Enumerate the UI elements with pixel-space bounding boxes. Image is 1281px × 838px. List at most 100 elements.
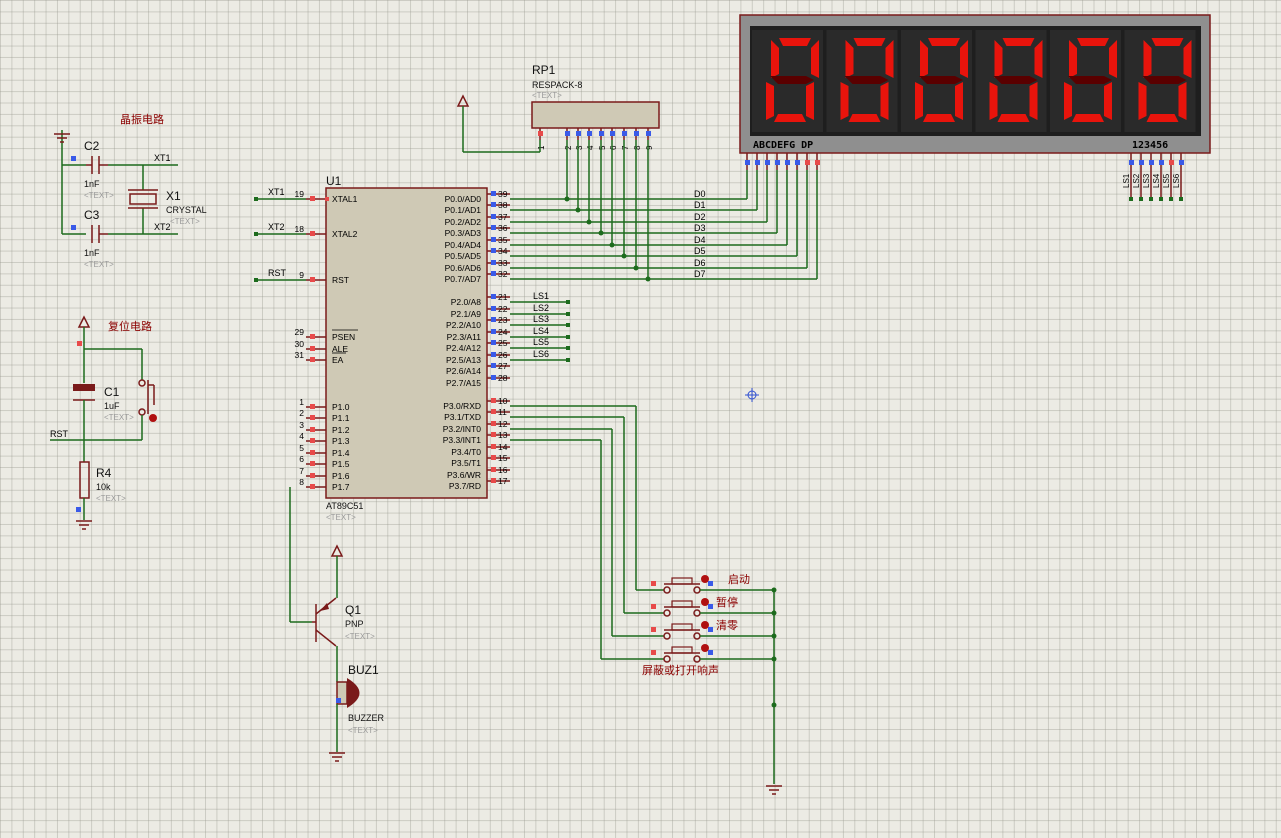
pin-number: 37 [498,212,508,222]
pin-label: P2.7/A15 [446,378,481,388]
pin-number: 4 [299,431,304,441]
rp1-text: <TEXT> [532,91,562,100]
net-label: D5 [694,246,706,256]
net-label: LS1 [1122,173,1131,188]
pin-label: P1.1 [332,413,350,423]
buzzer-buz1[interactable]: BUZ1 BUZZER <TEXT> [336,663,385,735]
pin-label: P3.3/INT1 [443,435,482,445]
pin-number: 14 [498,442,508,452]
segment-c [1104,82,1112,120]
x1-text: <TEXT> [170,217,200,226]
pin-label: P2.5/A13 [446,355,481,365]
pin-label: P2.6/A14 [446,366,481,376]
button-label: 清零 [716,619,738,632]
pin-label: ALE [332,344,348,354]
u1-text: <TEXT> [326,513,356,522]
pin-number: 8 [299,477,304,487]
segment-a [1151,38,1184,46]
segment-e [915,82,923,120]
pin-number: 21 [498,292,508,302]
pin-label: P0.3/AD3 [445,228,482,238]
q1-value: PNP [345,619,364,629]
resistor-r4[interactable] [79,461,90,499]
net-label: D4 [694,235,706,245]
power-arrow-icon [330,544,344,557]
data-bus-wires: D0D1 D2D3 D4D5 D6D7 [510,140,818,282]
r4-text: <TEXT> [96,494,126,503]
power-arrow-icon [456,94,470,107]
pin-number: 9 [645,145,654,150]
reset-circuit-title: 复位电路 [108,319,152,333]
r4-value: 10k [96,482,111,492]
c1-text: <TEXT> [104,413,134,422]
common-pins-label: 123456 [1132,140,1168,151]
pin-label: P1.4 [332,448,350,458]
pin-label: P0.5/AD5 [445,251,482,261]
net-label: D1 [694,200,706,210]
c2-ref: C2 [84,139,100,153]
digit-6 [1124,30,1196,132]
x1-value: CRYSTAL [166,205,207,215]
button-label: 屏蔽或打开响声 [642,663,719,677]
pin-label: P1.3 [332,436,350,446]
pin-number: 11 [498,407,507,417]
digit-4 [975,30,1047,132]
pin-label: P1.0 [332,402,350,412]
pin-label: P3.4/T0 [451,447,481,457]
buz1-text: <TEXT> [348,726,378,735]
seven-segment-display[interactable]: ABCDEFG DP 123456 LS1 LS2 LS3 LS4 LS5 LS6 [739,14,1211,201]
net-label: LS6 [1172,173,1181,188]
pin-label: P3.5/T1 [451,458,481,468]
net-label: LS4 [1152,173,1161,188]
segment-d [997,114,1030,122]
digit-3 [901,30,972,132]
pin-label: RST [332,275,349,285]
digit-1 [752,30,823,132]
segment-a [853,38,886,46]
net-label: LS1 [533,291,549,301]
pin-number: 3 [575,145,584,150]
segment-a [779,38,811,46]
pin-number: 10 [498,396,508,406]
net-label: D3 [694,223,706,233]
schematic-canvas[interactable]: 晶振电路 C2 1nF <TEXT> C3 1nF <TEXT> X1 CRYS… [0,0,1281,838]
segment-c [806,82,814,120]
pin-number: 23 [498,315,508,325]
resistor-pack-rp1[interactable]: RP1 RESPACK-8 <TEXT> 1 23456789 [531,63,660,150]
pin-number: 38 [498,200,508,210]
net-label: D0 [694,189,706,199]
net-label: LS3 [533,314,549,324]
pin-number: 1 [299,397,304,407]
segment-d [774,114,806,122]
pin-label: P0.2/AD2 [445,217,482,227]
net-label: LS6 [533,349,549,359]
mcu-u1[interactable]: U1 AT89C51 <TEXT> 19 XTAL1XT118 XTAL2XT29 R… [254,174,510,522]
c3-text: <TEXT> [84,260,114,269]
c2-text: <TEXT> [84,191,114,200]
pin-label: PSEN [332,332,355,342]
pin-label: P0.6/AD6 [445,263,482,273]
pin-number: 27 [498,361,508,371]
pin-label: XTAL1 [332,194,358,204]
capacitor-c1[interactable] [73,384,95,401]
pin-number: 16 [498,465,508,475]
pin-label: XTAL2 [332,229,358,239]
segment-e [1138,82,1147,120]
pin-label: P3.6/WR [447,470,481,480]
c1-value: 1uF [104,401,120,411]
c2-value: 1nF [84,179,100,189]
pin-number: 19 [295,189,305,199]
pin-label: P3.2/INT0 [443,424,482,434]
net-rst-label: RST [50,429,69,439]
pin-number: 5 [598,145,607,150]
pin-number: 4 [586,145,595,150]
net-label: LS5 [533,337,549,347]
pin-number: 24 [498,327,508,337]
reset-circuit: 复位电路 C1 1uF <TEXT> RST R4 10k <TEXT> [50,315,157,530]
segment-e [989,82,998,120]
pin-number: 7 [621,145,630,150]
crystal-x1[interactable] [128,189,158,209]
net-label: LS2 [1132,173,1141,188]
pin-label: P1.5 [332,459,350,469]
pin-number: 15 [498,453,508,463]
